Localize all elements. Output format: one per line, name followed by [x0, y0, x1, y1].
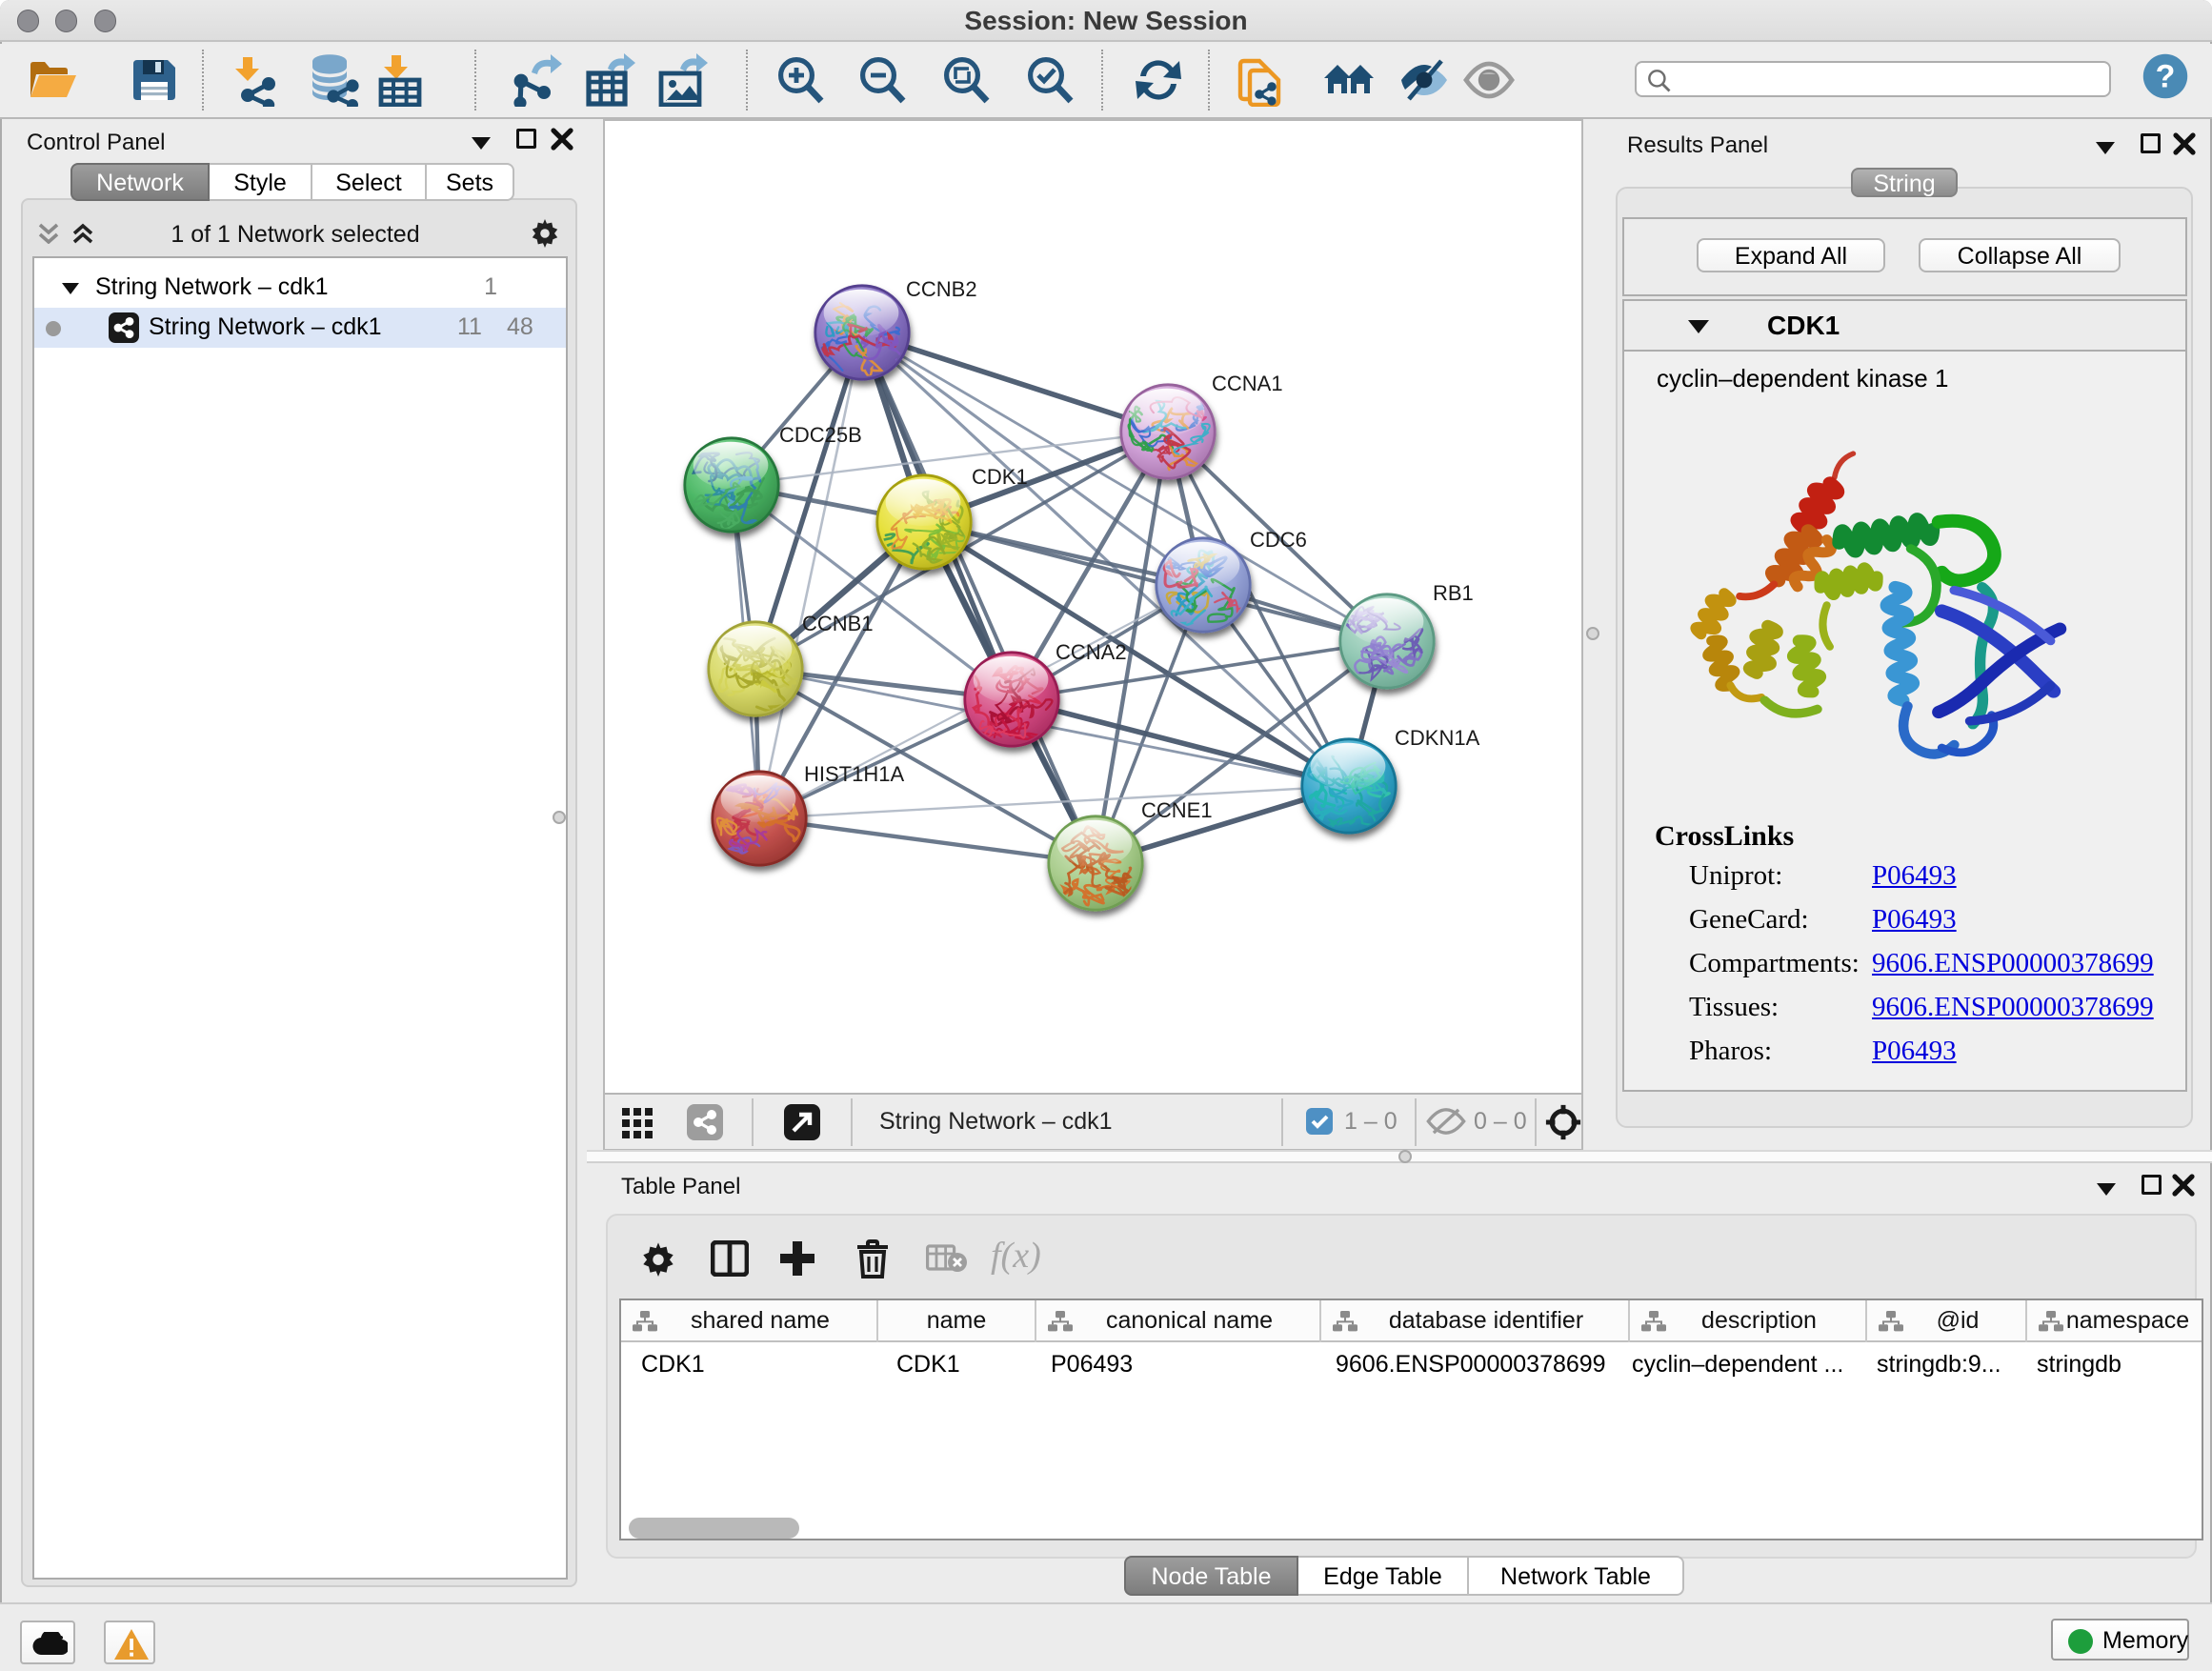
svg-text:RB1: RB1: [1433, 581, 1474, 605]
svg-text:CDC6: CDC6: [1250, 528, 1307, 552]
svg-text:CCNB2: CCNB2: [906, 277, 977, 301]
svg-text:CCNB1: CCNB1: [802, 612, 874, 635]
svg-text:CCNA2: CCNA2: [1056, 640, 1127, 664]
svg-text:CDKN1A: CDKN1A: [1395, 726, 1480, 750]
svg-text:CCNA1: CCNA1: [1212, 372, 1283, 395]
svg-text:CCNE1: CCNE1: [1141, 798, 1213, 822]
svg-text:CDK1: CDK1: [972, 465, 1028, 489]
svg-text:HIST1H1A: HIST1H1A: [804, 762, 904, 786]
svg-text:?: ?: [2156, 59, 2176, 95]
svg-text:CDC25B: CDC25B: [779, 423, 862, 447]
